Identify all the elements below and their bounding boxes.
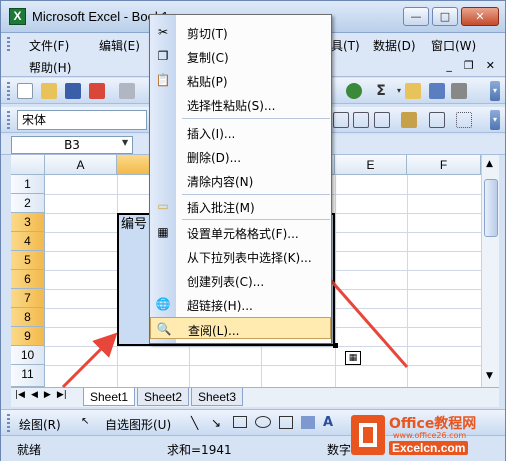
context-menu: ✂ 剪切(T) ❐ 复制(C) 📋 粘贴(P) 选择性粘贴(S)... 插入(I…	[149, 14, 332, 344]
research-icon: 🔍	[156, 322, 172, 336]
ctx-format-cells-label: 设置单元格格式(F)...	[187, 227, 299, 241]
ctx-copy-label: 复制(C)	[187, 51, 229, 65]
ctx-paste[interactable]: 📋 粘贴(P)	[150, 69, 331, 91]
ctx-research[interactable]: 🔍 查阅(L)...	[150, 317, 331, 339]
ctx-clear-contents[interactable]: 清除内容(N)	[150, 169, 331, 191]
ctx-paste-label: 粘贴(P)	[187, 75, 228, 89]
ctx-pick-from-list-label: 从下拉列表中选择(K)...	[187, 251, 312, 265]
ctx-hyperlink-label: 超链接(H)...	[187, 299, 253, 313]
ctx-separator	[182, 118, 330, 119]
ctx-paste-special-label: 选择性粘贴(S)...	[187, 99, 276, 113]
ctx-pick-from-list[interactable]: 从下拉列表中选择(K)...	[150, 245, 331, 267]
ctx-delete[interactable]: 删除(D)...	[150, 145, 331, 167]
ctx-insert[interactable]: 插入(I)...	[150, 121, 331, 143]
red-arrow-left	[61, 332, 118, 389]
ctx-create-list-label: 创建列表(C)...	[187, 275, 265, 289]
ctx-format-cells[interactable]: ▦ 设置单元格格式(F)...	[150, 221, 331, 243]
ctx-copy[interactable]: ❐ 复制(C)	[150, 45, 331, 67]
scissors-icon: ✂	[157, 25, 169, 39]
hyperlink-icon: 🌐	[155, 297, 171, 311]
ctx-insert-label: 插入(I)...	[187, 127, 236, 141]
ctx-separator	[182, 219, 330, 220]
paste-icon: 📋	[155, 73, 171, 87]
ctx-hyperlink[interactable]: 🌐 超链接(H)...	[150, 293, 331, 315]
ctx-cut-label: 剪切(T)	[187, 27, 228, 41]
format-cells-icon: ▦	[157, 225, 169, 239]
ctx-create-list[interactable]: 创建列表(C)...	[150, 269, 331, 291]
ctx-insert-comment-label: 插入批注(M)	[187, 201, 255, 215]
copy-icon: ❐	[157, 49, 169, 63]
ctx-insert-comment[interactable]: ▭ 插入批注(M)	[150, 195, 331, 217]
ctx-paste-special[interactable]: 选择性粘贴(S)...	[150, 93, 331, 115]
ctx-research-label: 查阅(L)...	[188, 324, 240, 338]
excel-window: X Microsoft Excel - Book1 — □ ✕ 文件(F) 编辑…	[0, 0, 506, 461]
comment-icon: ▭	[157, 199, 169, 213]
ctx-clear-contents-label: 清除内容(N)	[187, 175, 254, 189]
ctx-delete-label: 删除(D)...	[187, 151, 242, 165]
ctx-cut[interactable]: ✂ 剪切(T)	[150, 21, 331, 43]
